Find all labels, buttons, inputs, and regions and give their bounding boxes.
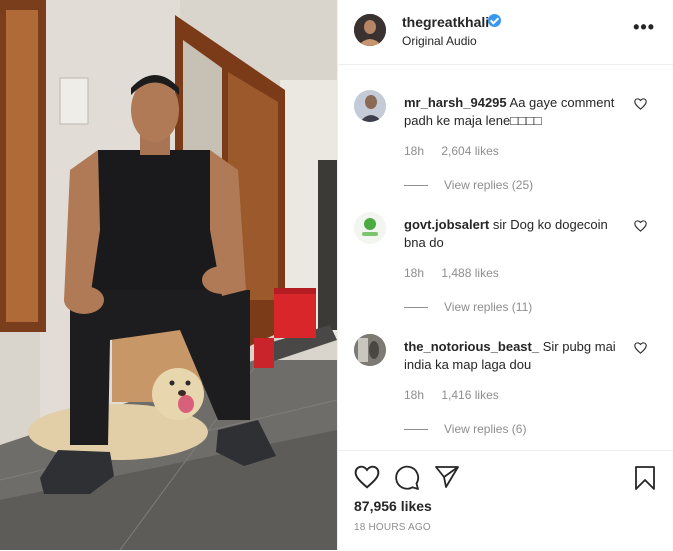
commenter-avatar-image <box>354 212 386 244</box>
verified-badge-icon <box>488 14 501 27</box>
author-avatar-image <box>354 14 386 46</box>
replies-divider <box>404 429 428 431</box>
post-header: thegreatkhali Original Audio ••• <box>338 0 673 65</box>
save-bookmark-icon[interactable] <box>634 465 656 491</box>
instagram-post: thegreatkhali Original Audio ••• mr_hars… <box>0 0 673 550</box>
video-frame <box>0 0 337 550</box>
audio-label[interactable]: Original Audio <box>402 34 477 48</box>
commenter-avatar-image <box>354 90 386 122</box>
share-paper-plane-icon[interactable] <box>434 465 460 489</box>
author-avatar[interactable] <box>354 14 386 46</box>
view-replies-label[interactable]: View replies (6) <box>444 422 526 436</box>
comment-age: 18h <box>404 266 425 280</box>
view-replies-label[interactable]: View replies (11) <box>444 300 532 314</box>
commenter-avatar[interactable] <box>354 334 386 366</box>
view-replies-label[interactable]: View replies (25) <box>444 178 533 192</box>
comment-username[interactable]: the_notorious_beast_ <box>404 339 539 354</box>
post-sidebar: thegreatkhali Original Audio ••• mr_hars… <box>337 0 673 550</box>
comment-item: the_notorious_beast_ Sir pubg mai india … <box>338 334 673 452</box>
view-replies-button[interactable]: View replies (11) <box>404 300 532 314</box>
comment-meta: 18h 1,488 likes <box>404 266 499 280</box>
post-likes-count[interactable]: 87,956 likes <box>354 498 432 514</box>
comment-item: mr_harsh_94295 Aa gaye comment padh ke m… <box>338 90 673 208</box>
comment-username[interactable]: mr_harsh_94295 <box>404 95 507 110</box>
comment-likes[interactable]: 2,604 likes <box>441 144 498 158</box>
comment-meta: 18h 1,416 likes <box>404 388 499 402</box>
comment-bubble-icon[interactable] <box>394 465 420 491</box>
like-comment-heart-icon[interactable] <box>634 220 647 232</box>
comment-text: mr_harsh_94295 Aa gaye comment padh ke m… <box>404 94 624 130</box>
comment-text: the_notorious_beast_ Sir pubg mai india … <box>404 338 624 374</box>
comment-item: govt.jobsalert sir Dog ko dogecoin bna d… <box>338 212 673 330</box>
post-timestamp[interactable]: 18 HOURS AGO <box>354 522 431 533</box>
commenter-avatar[interactable] <box>354 212 386 244</box>
replies-divider <box>404 307 428 309</box>
comment-username[interactable]: govt.jobsalert <box>404 217 489 232</box>
comment-meta: 18h 2,604 likes <box>404 144 499 158</box>
comment-emoji: □□□□ <box>510 113 542 128</box>
like-heart-icon[interactable] <box>354 465 380 489</box>
post-video[interactable] <box>0 0 337 550</box>
replies-divider <box>404 185 428 187</box>
comment-likes[interactable]: 1,488 likes <box>441 266 498 280</box>
view-replies-button[interactable]: View replies (6) <box>404 422 526 436</box>
more-options-icon[interactable]: ••• <box>633 18 655 36</box>
like-comment-heart-icon[interactable] <box>634 342 647 354</box>
comment-likes[interactable]: 1,416 likes <box>441 388 498 402</box>
comment-age: 18h <box>404 144 425 158</box>
like-comment-heart-icon[interactable] <box>634 98 647 110</box>
comment-age: 18h <box>404 388 425 402</box>
commenter-avatar[interactable] <box>354 90 386 122</box>
author-username[interactable]: thegreatkhali <box>402 14 489 30</box>
view-replies-button[interactable]: View replies (25) <box>404 178 533 192</box>
commenter-avatar-image <box>354 334 386 366</box>
comment-text: govt.jobsalert sir Dog ko dogecoin bna d… <box>404 216 624 252</box>
